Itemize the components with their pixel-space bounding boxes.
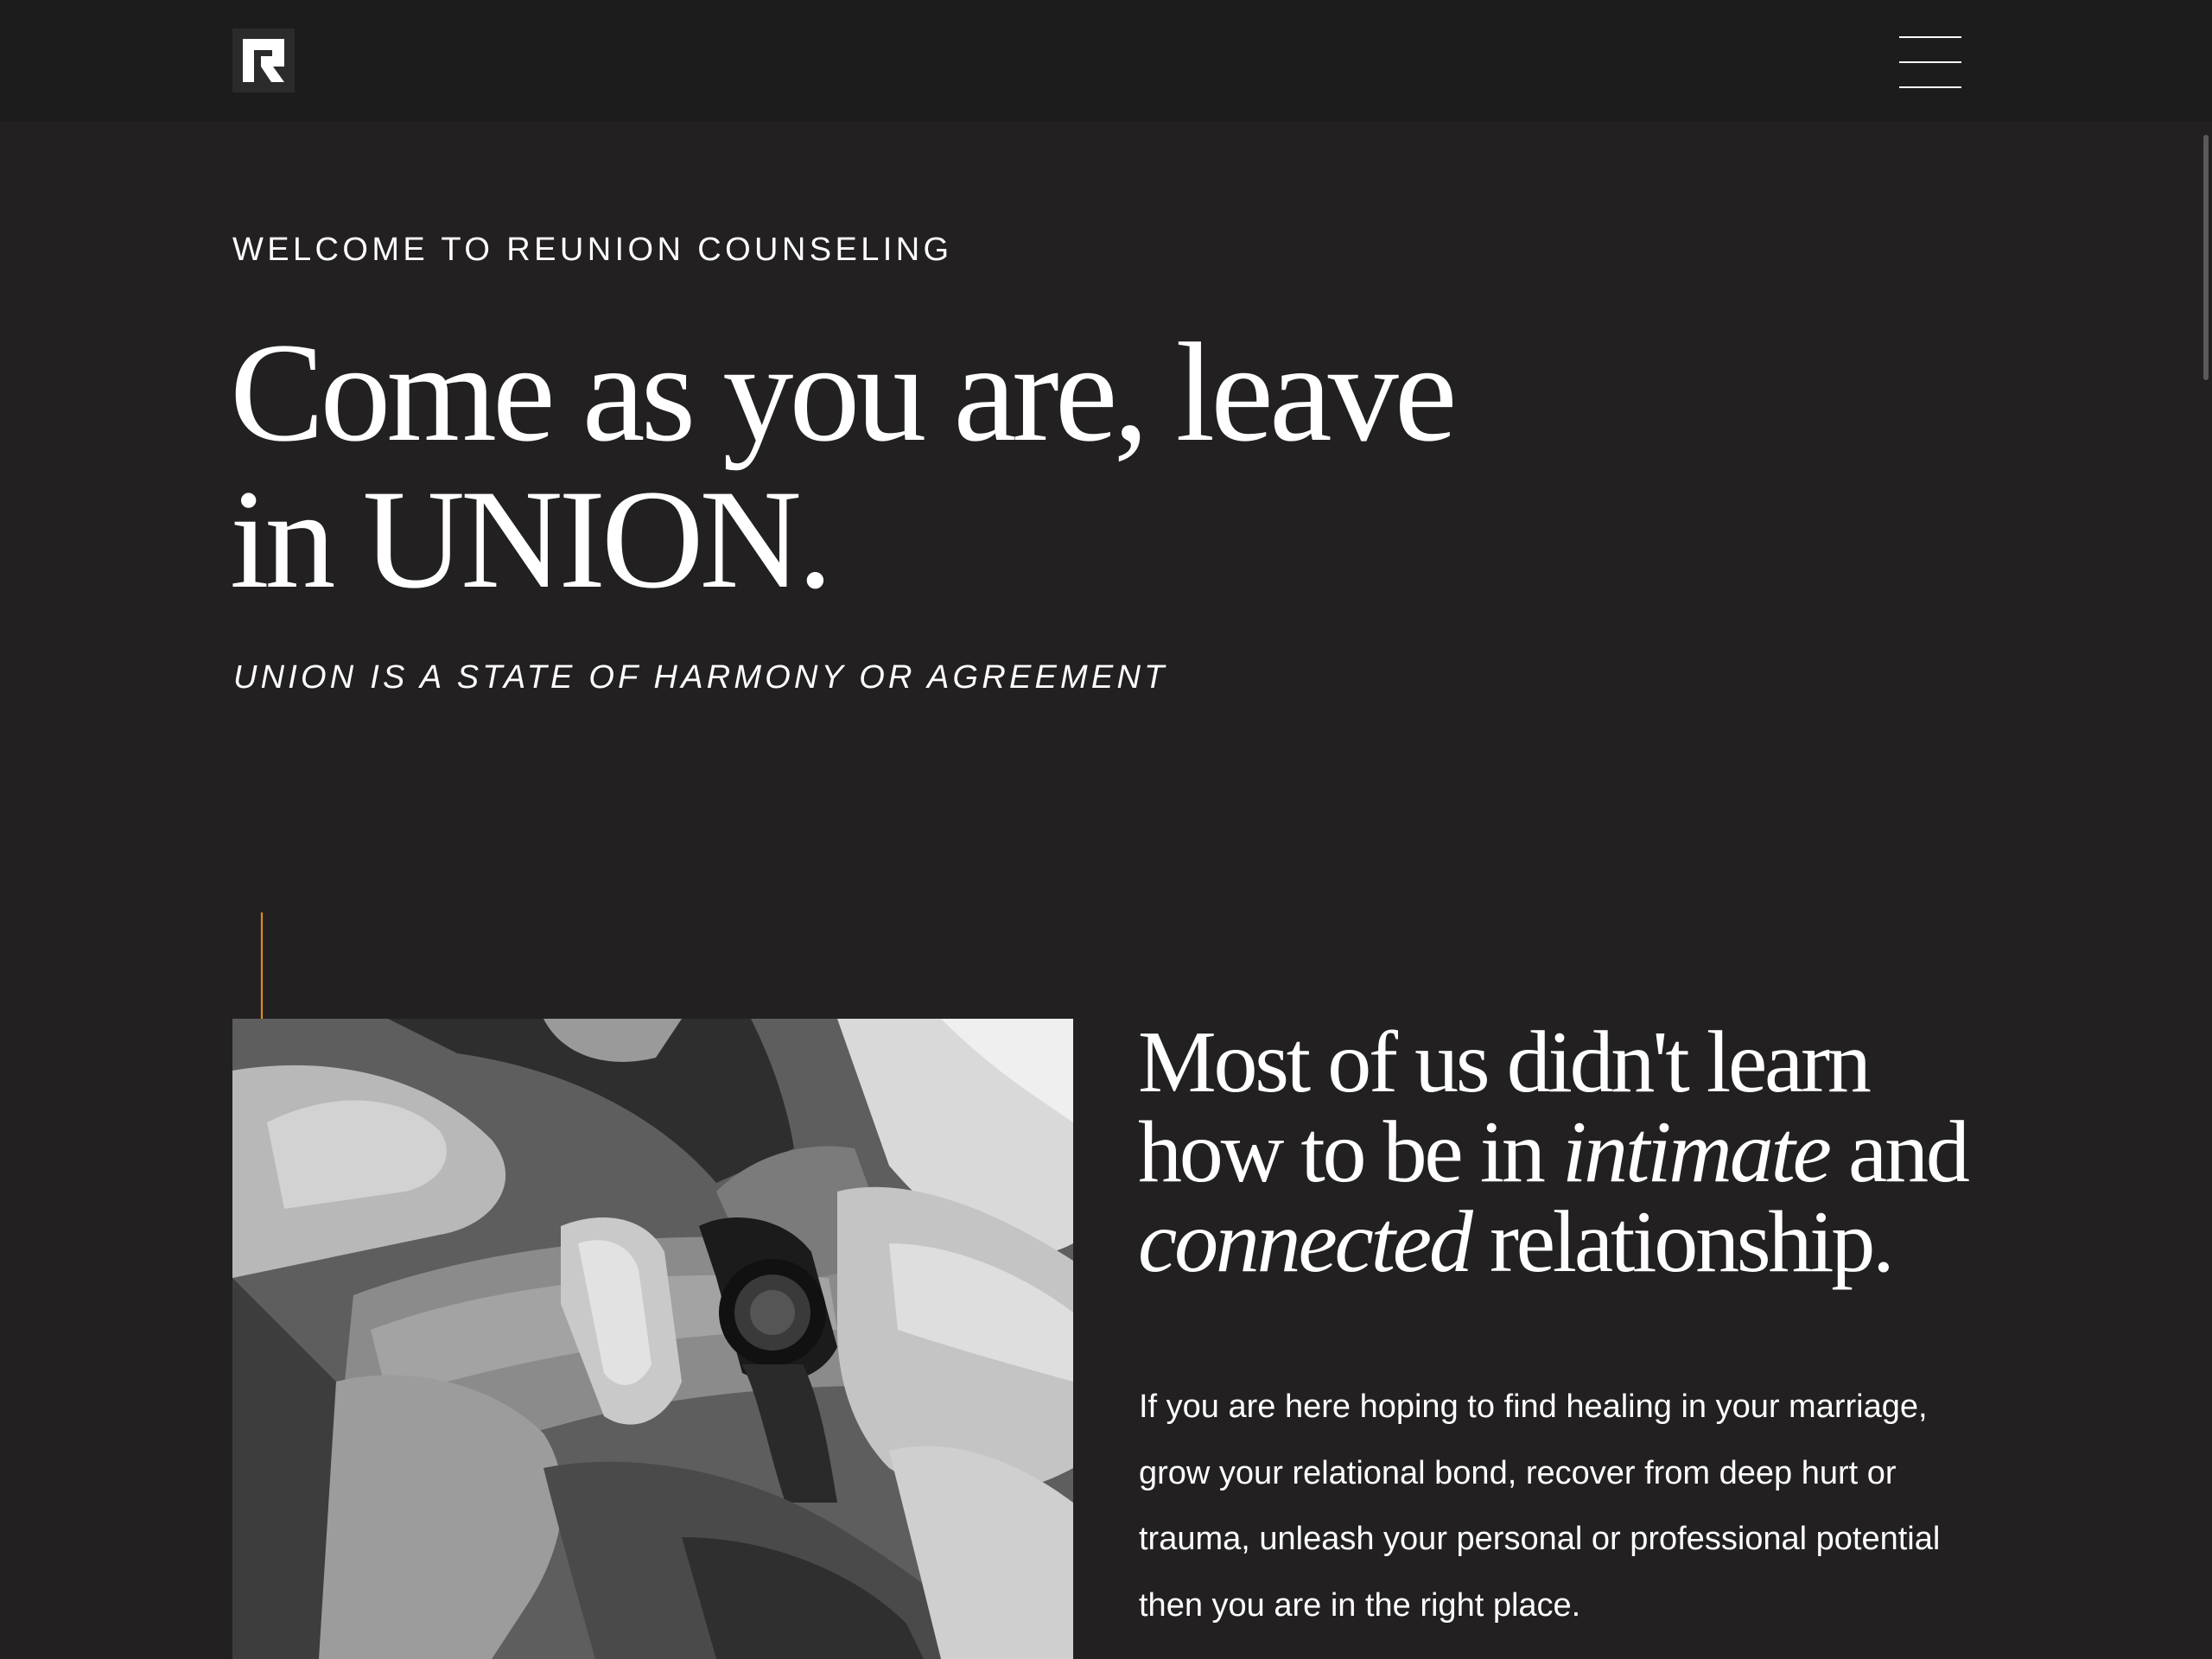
hero-headline: Come as you are, leave in UNION. — [230, 320, 1483, 613]
hero-headline-line1: Come as you are, leave — [230, 315, 1457, 471]
couple-photo — [232, 1019, 1073, 1659]
intro-heading: Most of us didn't learn how to be in int… — [1138, 1018, 2019, 1287]
intro-heading-text: relationship. — [1470, 1193, 1895, 1291]
page-scrollbar[interactable] — [2200, 121, 2212, 1659]
menu-bar-icon — [1899, 61, 1961, 63]
hero-eyebrow: WELCOME TO REUNION COUNSELING — [232, 232, 953, 268]
site-header — [0, 0, 2212, 121]
scrollbar-thumb[interactable] — [2203, 135, 2209, 380]
hamburger-menu-button[interactable] — [1899, 35, 1961, 90]
logo-link[interactable] — [232, 29, 295, 92]
hero-headline-line2: in UNION. — [230, 461, 833, 618]
intro-heading-text: and — [1828, 1103, 1970, 1201]
intro-heading-em-intimate: intimate — [1562, 1103, 1832, 1201]
menu-bar-icon — [1899, 36, 1961, 38]
intro-heading-em-connected: connected — [1138, 1193, 1473, 1291]
couple-photo-illustration — [232, 1019, 1073, 1659]
menu-bar-icon — [1899, 86, 1961, 88]
reunion-r-logo-icon — [243, 39, 284, 82]
intro-body: If you are here hoping to find healing i… — [1139, 1389, 1941, 1624]
hero-tagline: UNION IS A STATE OF HARMONY OR AGREEMENT — [233, 659, 1168, 696]
